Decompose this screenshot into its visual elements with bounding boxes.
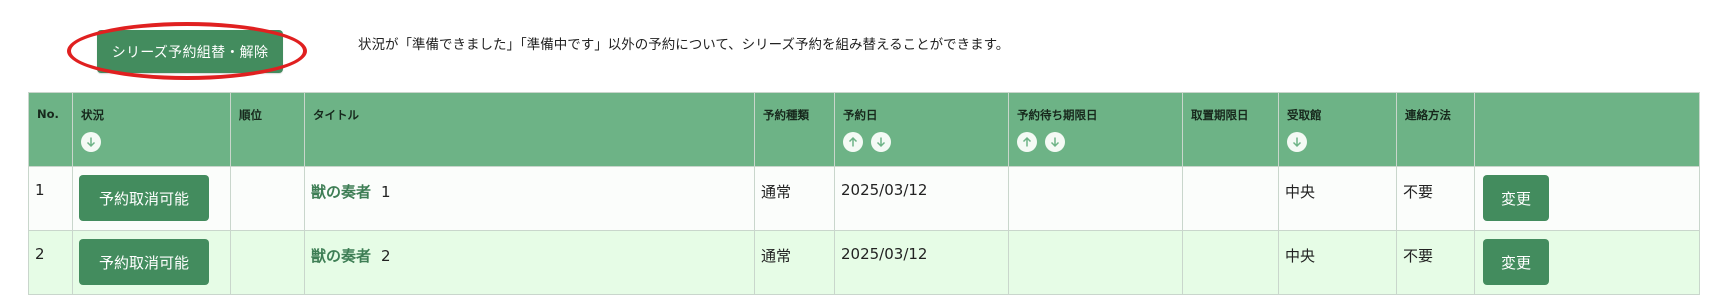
change-button[interactable]: 変更 [1483, 239, 1549, 285]
cell-contact: 不要 [1396, 230, 1475, 295]
cell-pickup: 中央 [1278, 166, 1397, 231]
cell-rank [230, 230, 305, 295]
cell-date: 2025/03/12 [834, 230, 1009, 295]
table-header-row: No. 状況 順位 タイトル 予約種類 予約日 予約待ち期限日 取置期限日 受取… [28, 92, 1700, 167]
sort-pickup-down-icon[interactable] [1287, 132, 1307, 152]
series-reservation-button[interactable]: シリーズ予約組替・解除 [97, 30, 283, 73]
cell-no: 2 [28, 230, 73, 295]
sort-date-down-icon[interactable] [871, 132, 891, 152]
cell-wait-limit [1008, 166, 1183, 231]
col-header-no: No. [28, 92, 73, 167]
cell-action: 変更 [1474, 230, 1700, 295]
sort-date-up-icon[interactable] [843, 132, 863, 152]
title-link[interactable]: 獣の奏者 [311, 247, 371, 265]
series-reservation-button-label: シリーズ予約組替・解除 [111, 44, 269, 61]
col-header-type: 予約種類 [754, 92, 835, 167]
col-header-wait-limit: 予約待ち期限日 [1008, 92, 1183, 167]
table-row: 2 予約取消可能 獣の奏者 2 通常 2025/03/12 中央 不要 変更 [28, 230, 1700, 295]
col-header-rank: 順位 [230, 92, 305, 167]
toolbar: シリーズ予約組替・解除 状況が「準備できました」「準備中です」以外の予約について… [0, 0, 1717, 92]
cell-hold-limit [1182, 166, 1279, 231]
cell-hold-limit [1182, 230, 1279, 295]
cell-wait-limit [1008, 230, 1183, 295]
sort-wait-limit-down-icon[interactable] [1045, 132, 1065, 152]
col-header-title: タイトル [304, 92, 755, 167]
col-header-action [1474, 92, 1700, 167]
cell-no: 1 [28, 166, 73, 231]
volume-number: 2 [381, 247, 391, 265]
cell-status: 予約取消可能 [72, 230, 231, 295]
cell-type: 通常 [754, 166, 835, 231]
change-button[interactable]: 変更 [1483, 175, 1549, 221]
cell-contact: 不要 [1396, 166, 1475, 231]
volume-number: 1 [381, 183, 391, 201]
col-header-date: 予約日 [834, 92, 1009, 167]
col-header-contact: 連絡方法 [1396, 92, 1475, 167]
sort-wait-limit-up-icon[interactable] [1017, 132, 1037, 152]
sort-status-down-icon[interactable] [81, 132, 101, 152]
series-description: 状況が「準備できました」「準備中です」以外の予約について、シリーズ予約を組み替え… [358, 37, 1010, 53]
cancel-reservation-button[interactable]: 予約取消可能 [79, 239, 209, 285]
cell-type: 通常 [754, 230, 835, 295]
title-link[interactable]: 獣の奏者 [311, 183, 371, 201]
cell-title: 獣の奏者 1 [304, 166, 755, 231]
cancel-reservation-button[interactable]: 予約取消可能 [79, 175, 209, 221]
cell-title: 獣の奏者 2 [304, 230, 755, 295]
col-header-pickup: 受取館 [1278, 92, 1397, 167]
cell-action: 変更 [1474, 166, 1700, 231]
reservation-table: No. 状況 順位 タイトル 予約種類 予約日 予約待ち期限日 取置期限日 受取… [28, 92, 1700, 295]
table-row: 1 予約取消可能 獣の奏者 1 通常 2025/03/12 中央 不要 変更 [28, 166, 1700, 231]
col-header-hold-limit: 取置期限日 [1182, 92, 1279, 167]
cell-rank [230, 166, 305, 231]
col-header-status: 状況 [72, 92, 231, 167]
cell-status: 予約取消可能 [72, 166, 231, 231]
cell-date: 2025/03/12 [834, 166, 1009, 231]
cell-pickup: 中央 [1278, 230, 1397, 295]
